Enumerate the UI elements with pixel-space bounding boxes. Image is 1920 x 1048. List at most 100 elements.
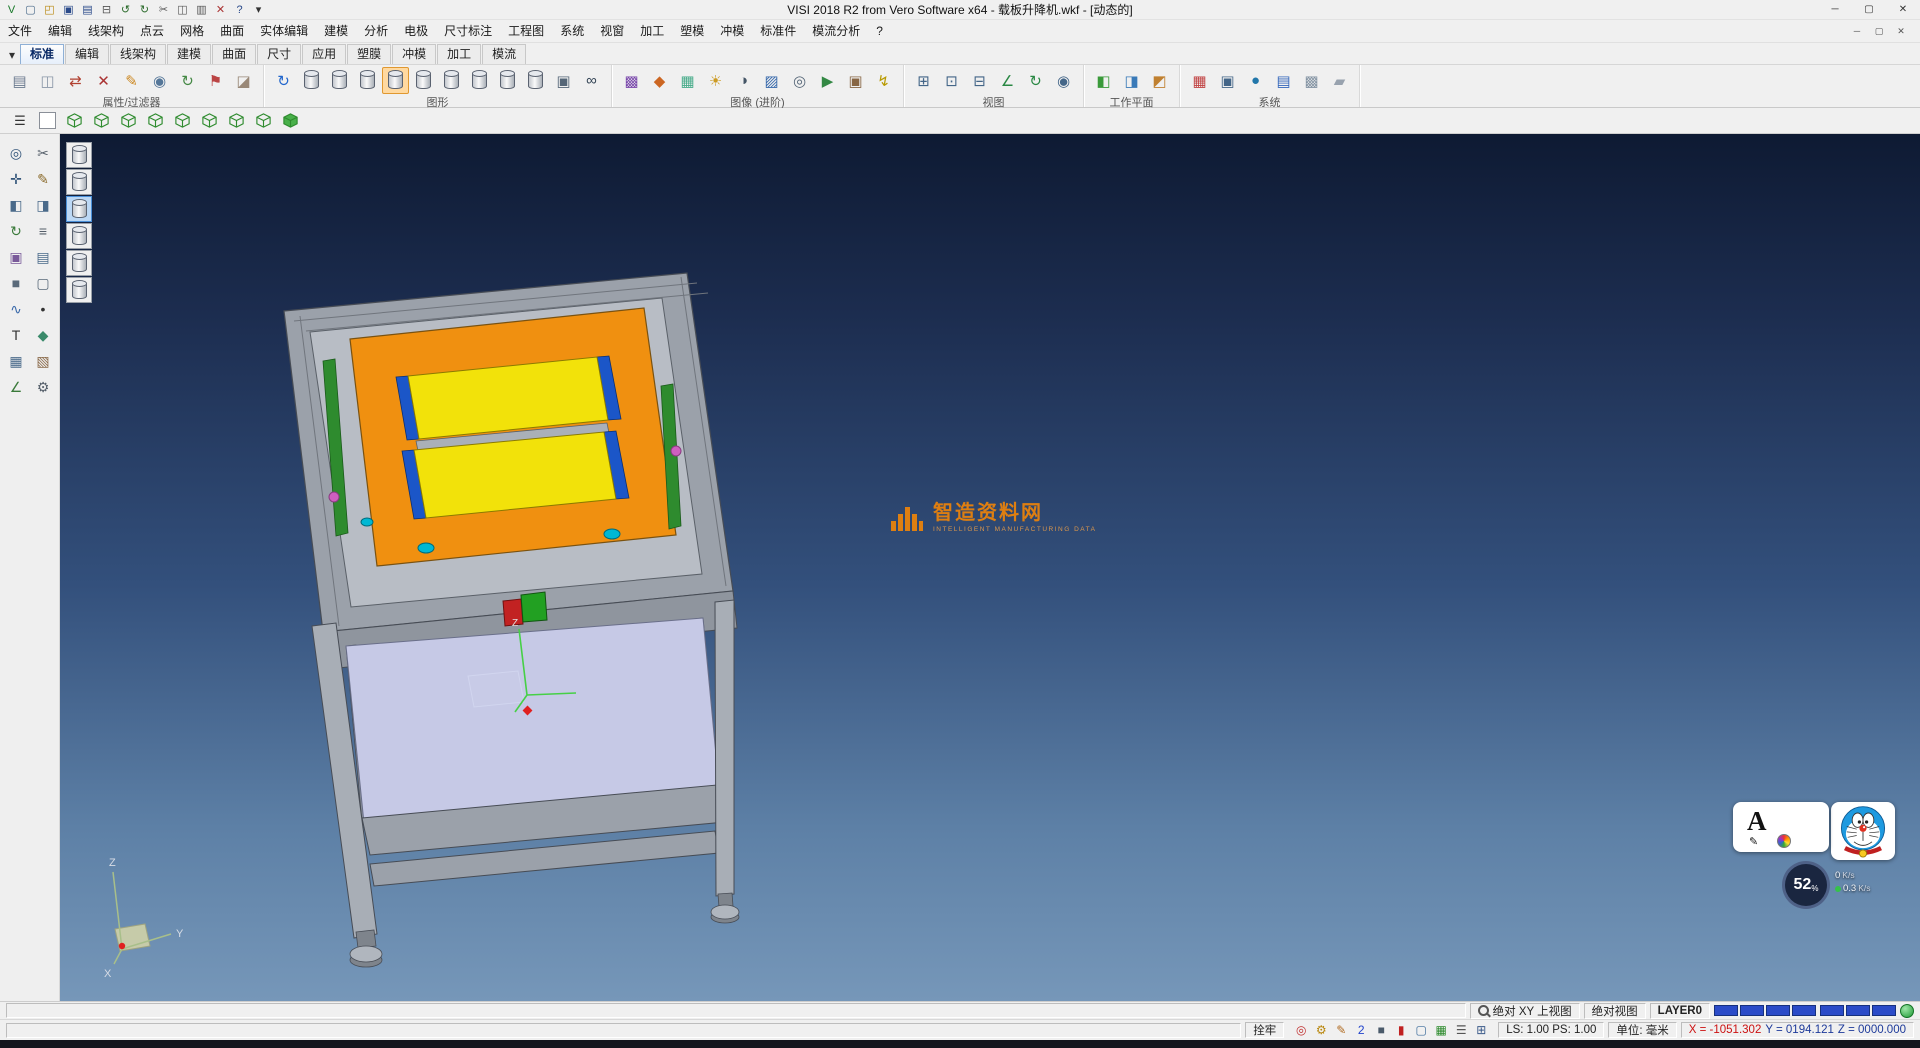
zoom-window-icon[interactable]: ⊞ <box>910 67 937 94</box>
menu-surface[interactable]: 曲面 <box>212 20 252 42</box>
visibility-filter-icon[interactable]: ◉ <box>146 67 173 94</box>
front-view-icon[interactable] <box>116 109 140 133</box>
section-mode-icon[interactable] <box>466 67 493 94</box>
background-icon[interactable]: ▨ <box>758 67 785 94</box>
tab-dimension[interactable]: 尺寸 <box>257 44 301 64</box>
texture-icon[interactable]: ▦ <box>674 67 701 94</box>
menu-dimension[interactable]: 尺寸标注 <box>436 20 500 42</box>
filter-surfaces-icon[interactable] <box>66 196 92 222</box>
measure-icon[interactable]: ∠ <box>994 67 1021 94</box>
paste-icon[interactable]: ▥ <box>193 2 210 18</box>
filter-all-icon[interactable] <box>66 142 92 168</box>
save-all-icon[interactable]: ▤ <box>79 2 96 18</box>
new-file-icon[interactable]: ▢ <box>22 2 39 18</box>
open-file-icon[interactable]: ◰ <box>41 2 58 18</box>
layer-swatch[interactable] <box>1714 1005 1738 1016</box>
mdi-close-button[interactable]: ✕ <box>1890 26 1912 37</box>
lock-toggle[interactable]: 拴牢 <box>1245 1022 1284 1038</box>
minimize-button[interactable]: ─ <box>1818 0 1852 19</box>
eraser-icon[interactable]: ◪ <box>230 67 257 94</box>
right-view-icon[interactable] <box>143 109 167 133</box>
progress-circle[interactable]: 52 % <box>1782 861 1830 909</box>
undo-icon[interactable]: ↺ <box>117 2 134 18</box>
doraemon-widget[interactable]: A ✎ <box>1733 802 1895 860</box>
tab-application[interactable]: 应用 <box>302 44 346 64</box>
box-display-icon[interactable]: ▣ <box>550 67 577 94</box>
workplane-standard-icon[interactable]: ◧ <box>1090 67 1117 94</box>
color-table-icon[interactable]: ▦ <box>1186 67 1213 94</box>
rotate-icon[interactable]: ↻ <box>3 218 29 244</box>
offset-icon[interactable]: ≡ <box>30 218 56 244</box>
model-foot-right[interactable] <box>711 893 739 923</box>
trim-icon[interactable]: ◧ <box>3 192 29 218</box>
tab-edit[interactable]: 编辑 <box>65 44 109 64</box>
zoom-previous-icon[interactable]: ⊟ <box>966 67 993 94</box>
scale-indicator[interactable]: LS: 1.00 PS: 1.00 <box>1498 1022 1604 1038</box>
shadow-icon[interactable]: ◑ <box>730 67 757 94</box>
mdi-minimize-button[interactable]: ─ <box>1846 26 1868 37</box>
delete-icon[interactable]: ✕ <box>212 2 229 18</box>
layer-swatch[interactable] <box>1820 1005 1844 1016</box>
redo-icon[interactable]: ↻ <box>136 2 153 18</box>
network-speed-widget[interactable]: 52 % 0 K/s 0.3 K/s <box>1782 861 1871 909</box>
axonometric-view-icon[interactable] <box>251 109 275 133</box>
workplane-dynamic-icon[interactable]: ◨ <box>1118 67 1145 94</box>
cube-status-icon[interactable]: ■ <box>1372 1022 1390 1039</box>
surface-tool-icon[interactable]: ◆ <box>30 322 56 348</box>
taskbar[interactable] <box>0 1040 1920 1048</box>
gear-status-icon[interactable]: ⚙ <box>1312 1022 1330 1039</box>
menu-standard-parts[interactable]: 标准件 <box>752 20 804 42</box>
palette-icon[interactable] <box>1777 834 1791 848</box>
menu-machining[interactable]: 加工 <box>632 20 672 42</box>
list-status-icon[interactable]: ☰ <box>1452 1022 1470 1039</box>
menu-solid-edit[interactable]: 实体编辑 <box>252 20 316 42</box>
snapshot-icon[interactable]: ▣ <box>842 67 869 94</box>
crosshair-icon[interactable]: ✛ <box>3 166 29 192</box>
tab-standard[interactable]: 标准 <box>20 44 64 64</box>
shell-icon[interactable]: ▢ <box>30 270 56 296</box>
snap-status-icon[interactable]: ◎ <box>1292 1022 1310 1039</box>
shaded-iso-view-icon[interactable] <box>278 109 302 133</box>
wireframe-mode-icon[interactable] <box>298 67 325 94</box>
menu-system[interactable]: 系统 <box>552 20 592 42</box>
menu-moldflow[interactable]: 模流分析 <box>804 20 868 42</box>
refresh-filter-icon[interactable]: ↻ <box>174 67 201 94</box>
screen-config-icon[interactable]: ▣ <box>1214 67 1241 94</box>
top-view-icon[interactable] <box>89 109 113 133</box>
zoom-fit-icon[interactable]: ⊡ <box>938 67 965 94</box>
viewport-3d[interactable]: Z Z Y X <box>60 134 1920 1001</box>
render-icon[interactable]: ▩ <box>618 67 645 94</box>
close-button[interactable]: ✕ <box>1886 0 1920 19</box>
menu-modeling[interactable]: 建模 <box>316 20 356 42</box>
menu-electrode[interactable]: 电极 <box>396 20 436 42</box>
animation-icon[interactable]: ▶ <box>814 67 841 94</box>
redraw-icon[interactable]: ↻ <box>270 67 297 94</box>
menu-edit[interactable]: 编辑 <box>40 20 80 42</box>
layer-swatch[interactable] <box>1872 1005 1896 1016</box>
layer-swatch[interactable] <box>1740 1005 1764 1016</box>
tab-moldflow[interactable]: 模流 <box>482 44 526 64</box>
split-icon[interactable]: ◨ <box>30 192 56 218</box>
shaded-edges-mode-icon[interactable] <box>410 67 437 94</box>
tab-dropdown-icon[interactable]: ▾ <box>4 45 20 64</box>
copy-icon[interactable]: ◫ <box>174 2 191 18</box>
grid-icon[interactable]: ▦ <box>3 348 29 374</box>
filter-edit-icon[interactable]: ✎ <box>118 67 145 94</box>
solid-box-icon[interactable]: ▣ <box>3 244 29 270</box>
menu-mesh[interactable]: 网格 <box>172 20 212 42</box>
doraemon-tool-panel[interactable]: A ✎ <box>1733 802 1829 852</box>
hidden-line-mode-icon[interactable] <box>326 67 353 94</box>
hatch-icon[interactable]: ▧ <box>30 348 56 374</box>
save-file-icon[interactable]: ▣ <box>60 2 77 18</box>
menu-help[interactable]: ? <box>868 20 891 42</box>
filter-hidden-icon[interactable] <box>66 277 92 303</box>
tab-modeling[interactable]: 建模 <box>167 44 211 64</box>
print-icon[interactable]: ⊟ <box>98 2 115 18</box>
tab-machining[interactable]: 加工 <box>437 44 481 64</box>
view-mode-indicator[interactable]: 绝对 XY 上视图 <box>1470 1003 1580 1019</box>
shaded-mode-icon[interactable] <box>382 67 409 94</box>
sheet-icon[interactable]: ▤ <box>30 244 56 270</box>
dynamic-rotate-icon[interactable]: ↻ <box>1022 67 1049 94</box>
filter-solids-icon[interactable] <box>66 169 92 195</box>
cad-model[interactable]: Z Z Y X <box>60 134 1920 1001</box>
